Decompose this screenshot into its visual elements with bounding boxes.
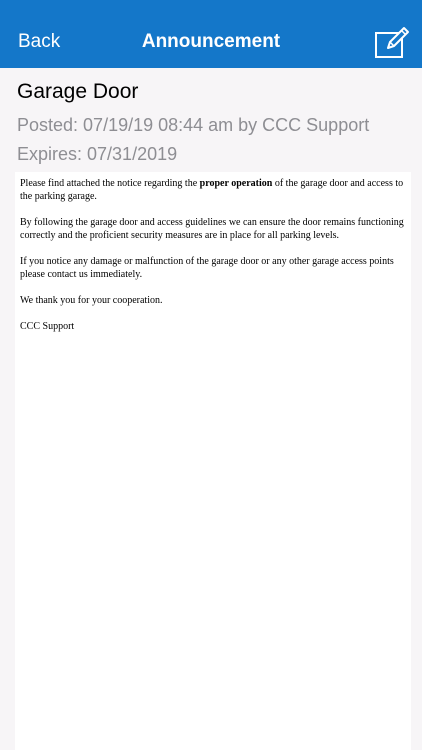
body-paragraph-3: If you notice any damage or malfunction … [20,256,394,280]
body-paragraph-1: Please find attached the notice regardin… [20,177,406,203]
navigation-bar: Back Announcement [0,0,422,68]
body-bold-text: proper operation [199,178,273,189]
body-paragraph-4: We thank you for your cooperation. [20,295,163,306]
compose-icon[interactable] [373,24,411,60]
body-text: Please find attached the notice regardin… [20,178,200,189]
body-paragraph-2: By following the garage door and access … [20,217,404,241]
body-signature: CCC Support [20,321,75,332]
posted-info: Posted: 07/19/19 08:44 am by CCC Support [17,115,370,135]
announcement-header: Garage Door Posted: 07/19/19 08:44 am by… [0,68,422,172]
announcement-content[interactable]: Please find attached the notice regardin… [15,172,411,750]
expires-info: Expires: 07/31/2019 [17,144,178,164]
announcement-subject: Garage Door [17,80,139,103]
page-title: Announcement [141,31,281,52]
announcement-body: Please find attached the notice regardin… [15,172,411,333]
